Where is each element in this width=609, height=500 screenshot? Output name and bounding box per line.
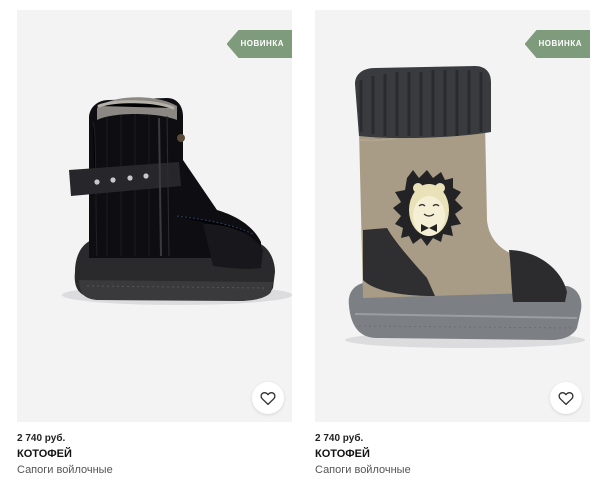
product-brand[interactable]: КОТОФЕЙ xyxy=(315,446,590,463)
favorite-button[interactable] xyxy=(252,382,284,414)
product-grid: НОВИНКА 2 740 руб. КОТОФЕЙ Сапоги войлоч… xyxy=(0,0,609,500)
product-description[interactable]: Сапоги войлочные xyxy=(315,463,590,477)
heart-outline-icon xyxy=(558,391,574,406)
product-info: 2 740 руб. КОТОФЕЙ Сапоги войлочные xyxy=(315,422,590,477)
product-brand[interactable]: КОТОФЕЙ xyxy=(17,446,292,463)
beige-felt-boot-hedgehog-image xyxy=(345,66,585,348)
new-badge: НОВИНКА xyxy=(524,30,590,58)
favorite-button[interactable] xyxy=(550,382,582,414)
black-felt-boot-image xyxy=(62,97,292,305)
heart-outline-icon xyxy=(260,391,276,406)
product-card[interactable]: НОВИНКА 2 740 руб. КОТОФЕЙ Сапоги войлоч… xyxy=(315,10,590,490)
product-info: 2 740 руб. КОТОФЕЙ Сапоги войлочные xyxy=(17,422,292,477)
new-badge: НОВИНКА xyxy=(226,30,292,58)
product-description[interactable]: Сапоги войлочные xyxy=(17,463,292,477)
product-image[interactable]: НОВИНКА xyxy=(17,10,292,422)
product-price: 2 740 руб. xyxy=(315,433,364,444)
product-card[interactable]: НОВИНКА 2 740 руб. КОТОФЕЙ Сапоги войлоч… xyxy=(17,10,292,490)
product-price: 2 740 руб. xyxy=(17,433,66,444)
product-image[interactable]: НОВИНКА xyxy=(315,10,590,422)
